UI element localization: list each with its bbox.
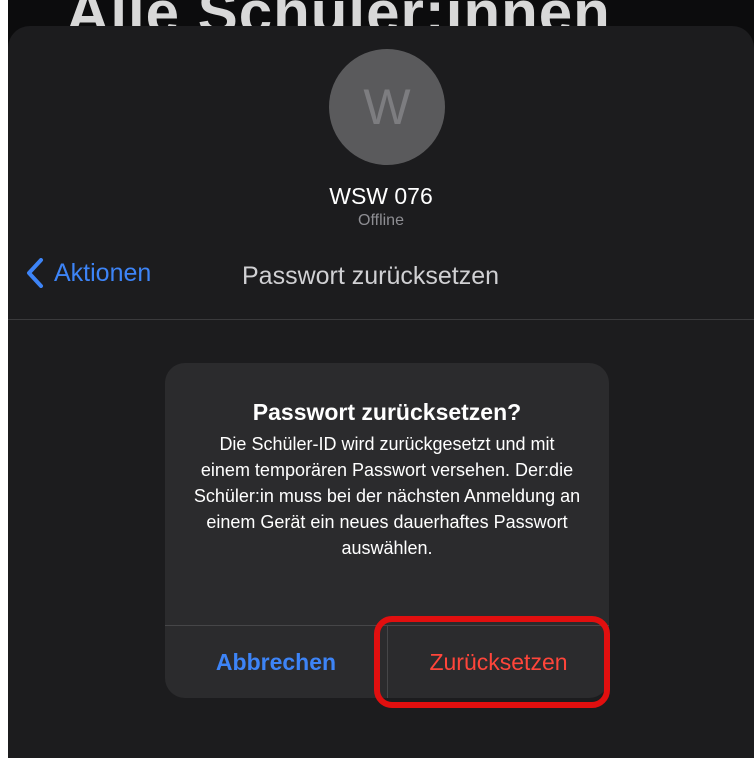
avatar: W xyxy=(329,49,445,165)
student-status: Offline xyxy=(358,212,404,229)
screen: Alle Schüler:innen W WSW 076 Offline Akt… xyxy=(8,0,754,758)
confirmation-alert: Passwort zurücksetzen? Die Schüler-ID wi… xyxy=(165,363,609,698)
nav-title: Passwort zurücksetzen xyxy=(242,262,500,290)
student-name: WSW 076 xyxy=(329,183,433,209)
modal-sheet: W WSW 076 Offline Aktionen Passwort zurü… xyxy=(8,26,754,758)
nav-divider xyxy=(8,319,754,320)
alert-message: Die Schüler-ID wird zurückgesetzt und mi… xyxy=(193,434,581,558)
alert-title: Passwort zurücksetzen? xyxy=(252,399,522,425)
chevron-left-icon xyxy=(26,258,44,288)
cancel-button[interactable]: Abbrechen xyxy=(165,626,387,698)
reset-button[interactable]: Zurücksetzen xyxy=(388,626,609,698)
back-button[interactable]: Aktionen xyxy=(26,258,151,288)
back-button-label: Aktionen xyxy=(54,258,152,287)
avatar-initial: W xyxy=(363,79,411,135)
